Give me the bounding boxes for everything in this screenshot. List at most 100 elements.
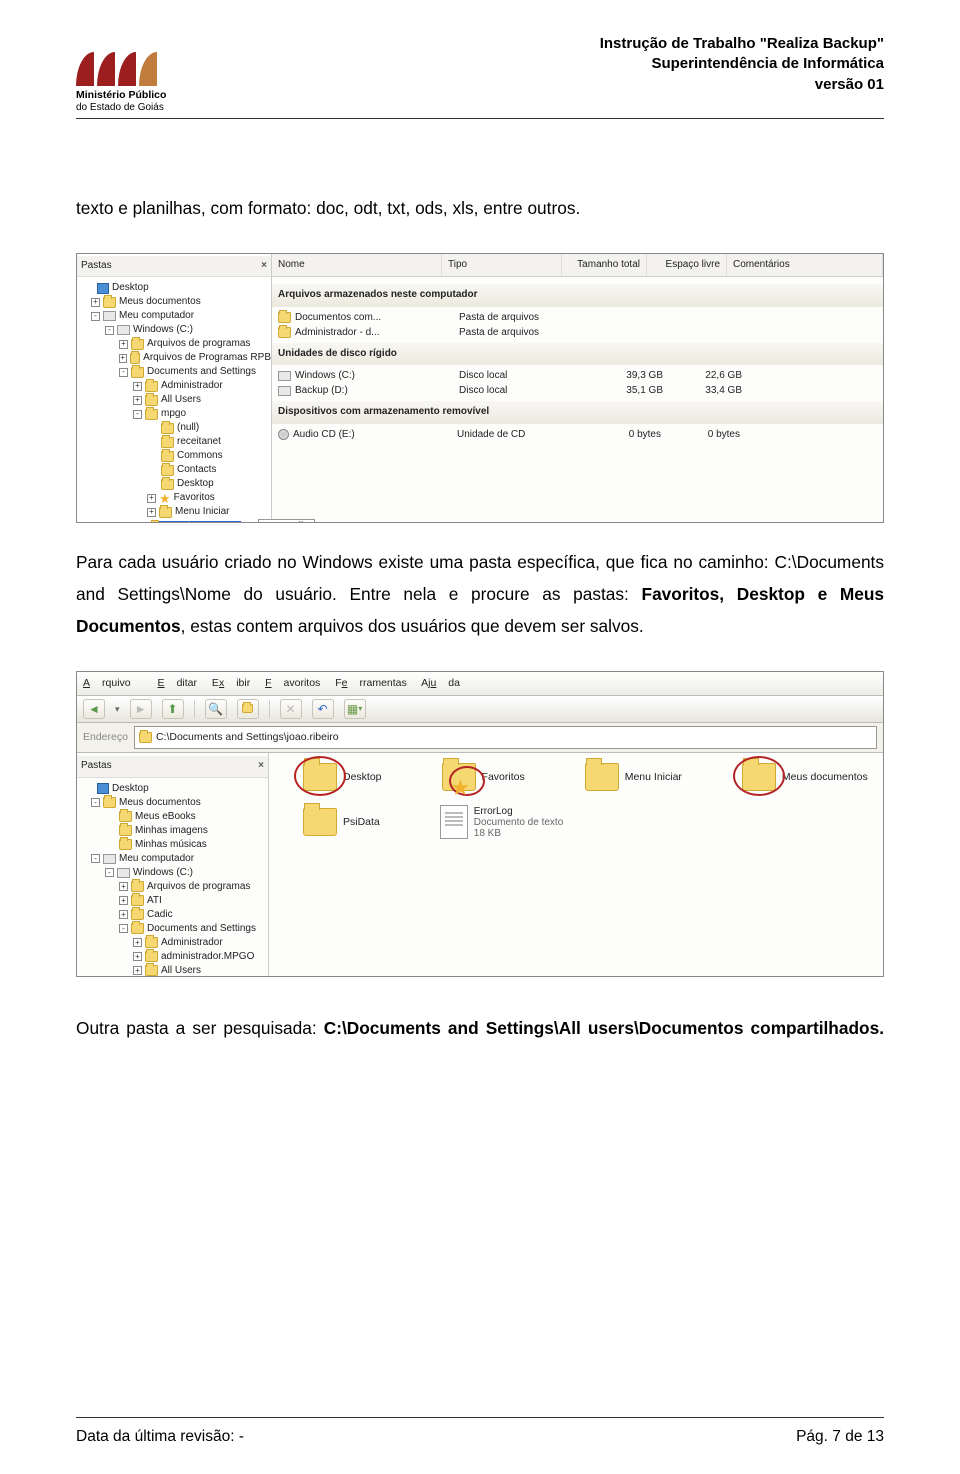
menu-editar[interactable]: Editar bbox=[158, 677, 197, 689]
tree-item[interactable]: +Administrador bbox=[83, 379, 271, 393]
expander-icon[interactable]: + bbox=[133, 396, 142, 405]
col-comments[interactable]: Comentários bbox=[727, 254, 883, 277]
expander-icon[interactable]: + bbox=[119, 354, 127, 363]
tree-item[interactable]: receitanet bbox=[83, 435, 271, 449]
tree-item[interactable]: +administrador.MPGO bbox=[83, 950, 268, 964]
expander-icon[interactable]: + bbox=[147, 508, 156, 517]
tree-item[interactable]: -Windows (C:) bbox=[83, 866, 268, 880]
folder-tree-2[interactable]: Desktop-Meus documentosMeus eBooksMinhas… bbox=[83, 778, 268, 976]
tree-item[interactable]: +Arquivos de Programas RPB bbox=[83, 351, 271, 365]
folder-item[interactable]: Menu Iniciar bbox=[585, 763, 682, 791]
folders-button[interactable] bbox=[237, 699, 259, 719]
expander-icon[interactable]: + bbox=[119, 910, 128, 919]
views-button[interactable]: ▦▾ bbox=[344, 699, 366, 719]
tree-item[interactable]: + Arquivos de programas bbox=[83, 337, 271, 351]
menu-favoritos[interactable]: Favoritos bbox=[265, 677, 320, 689]
list-item[interactable]: Windows (C:)Disco local39,3 GB22,6 GB bbox=[278, 368, 877, 383]
menu-ferramentas[interactable]: Ferramentas bbox=[335, 677, 407, 689]
expander-icon[interactable]: + bbox=[119, 882, 128, 891]
toolbar[interactable]: ◄ ▾ ► ⬆ 🔍 ✕ ↶ ▦▾ bbox=[77, 696, 883, 723]
folder-item[interactable]: Favoritos bbox=[442, 763, 525, 791]
tree-item[interactable]: +★Favoritos bbox=[83, 491, 271, 505]
undo-button[interactable]: ↶ bbox=[312, 699, 334, 719]
search-button[interactable]: 🔍 bbox=[205, 699, 227, 719]
tree-item[interactable]: -Documents and Settings bbox=[83, 365, 271, 379]
col-total[interactable]: Tamanho total bbox=[562, 254, 647, 277]
close-icon[interactable]: × bbox=[261, 257, 267, 276]
col-free[interactable]: Espaço livre bbox=[647, 254, 727, 277]
list-item[interactable]: Documentos com...Pasta de arquivos bbox=[278, 310, 877, 325]
expander-icon[interactable]: - bbox=[91, 312, 100, 321]
menu-exibir[interactable]: Exibir bbox=[212, 677, 250, 689]
tree-item[interactable]: Desktop bbox=[83, 281, 271, 295]
icon-row-1[interactable]: Desktop Favoritos Menu Iniciar Meus documen… bbox=[303, 763, 877, 791]
expander-icon[interactable]: + bbox=[119, 896, 128, 905]
address-bar[interactable]: Endereço C:\Documents and Settings\joao.… bbox=[77, 723, 883, 753]
tree-item[interactable]: Desktop bbox=[83, 782, 268, 796]
tree-item[interactable]: +Menu Iniciar bbox=[83, 505, 271, 519]
tree-item[interactable]: -Meu computador bbox=[83, 852, 268, 866]
tree-item[interactable]: Minhas imagens bbox=[83, 824, 268, 838]
up-button[interactable]: ⬆ bbox=[162, 699, 184, 719]
tree-item[interactable]: Minhas músicas bbox=[83, 838, 268, 852]
tree-item[interactable]: +Administrador bbox=[83, 936, 268, 950]
tree-item[interactable]: +ATI bbox=[83, 894, 268, 908]
expander-icon[interactable]: + bbox=[133, 382, 142, 391]
back-button[interactable]: ◄ bbox=[83, 699, 105, 719]
menu-arquivo[interactable]: Arquivo bbox=[83, 677, 143, 689]
tree-item[interactable]: Meus eBooks bbox=[83, 810, 268, 824]
column-headers[interactable]: Nome Tipo Tamanho total Espaço livre Com… bbox=[272, 254, 883, 278]
expander-icon[interactable]: - bbox=[105, 868, 114, 877]
expander-icon[interactable]: - bbox=[91, 854, 100, 863]
close-icon[interactable]: × bbox=[258, 757, 264, 776]
col-name[interactable]: Nome bbox=[272, 254, 442, 277]
tree-item[interactable]: +All Users bbox=[83, 964, 268, 976]
menubar[interactable]: Arquivo Editar Exibir Favoritos Ferramen… bbox=[77, 672, 883, 696]
tree-item[interactable]: Contacts bbox=[83, 463, 271, 477]
expander-icon[interactable]: + bbox=[119, 340, 128, 349]
folder-tree[interactable]: Desktop+Meus documentos-Meu computador-W… bbox=[83, 277, 271, 523]
tree-item[interactable]: +Arquivos de programas bbox=[83, 880, 268, 894]
expander-icon[interactable]: + bbox=[147, 494, 156, 503]
folder-icon bbox=[130, 353, 141, 364]
file-rows[interactable]: Arquivos armazenados neste computador Do… bbox=[272, 277, 883, 446]
psidata-folder[interactable]: PsiData bbox=[303, 805, 380, 839]
tree-label: Arquivos de programas bbox=[147, 337, 250, 351]
list-item[interactable]: Administrador - d...Pasta de arquivos bbox=[278, 325, 877, 340]
expander-icon[interactable]: + bbox=[133, 966, 142, 975]
address-input[interactable]: C:\Documents and Settings\joao.ribeiro bbox=[134, 726, 877, 749]
expander-icon[interactable]: + bbox=[91, 298, 100, 307]
expander-icon[interactable]: + bbox=[133, 952, 142, 961]
expander-icon[interactable]: - bbox=[119, 368, 128, 377]
errorlog-file[interactable]: ErrorLog Documento de texto 18 KB bbox=[440, 805, 564, 839]
tree-item[interactable]: +Cadic bbox=[83, 908, 268, 922]
list-item[interactable]: Audio CD (E:)Unidade de CD0 bytes0 bytes bbox=[278, 427, 877, 442]
tree-item[interactable]: -Documents and Settings bbox=[83, 922, 268, 936]
forward-button[interactable]: ► bbox=[130, 699, 152, 719]
tree-item[interactable]: -Meus documentos bbox=[83, 796, 268, 810]
expander-icon[interactable]: - bbox=[133, 410, 142, 419]
expander-icon[interactable]: - bbox=[119, 924, 128, 933]
delete-button[interactable]: ✕ bbox=[280, 699, 302, 719]
file-icons-pane[interactable]: Desktop Favoritos Menu Iniciar Meus documen… bbox=[269, 753, 883, 975]
tree-item[interactable]: -Meu computador bbox=[83, 309, 271, 323]
menu-ajuda[interactable]: Ajuda bbox=[421, 677, 460, 689]
folder-item[interactable]: Desktop bbox=[303, 763, 382, 791]
tree-item[interactable]: -Windows (C:) bbox=[83, 323, 271, 337]
list-item[interactable]: Backup (D:)Disco local35,1 GB33,4 GB bbox=[278, 383, 877, 398]
doc-title: Instrução de Trabalho "Realiza Backup" bbox=[600, 34, 884, 54]
tree-item[interactable]: (null) bbox=[83, 421, 271, 435]
tree-item[interactable]: Commons bbox=[83, 449, 271, 463]
expander-icon[interactable]: + bbox=[133, 938, 142, 947]
tree-item[interactable]: +All Users bbox=[83, 393, 271, 407]
col-type[interactable]: Tipo bbox=[442, 254, 562, 277]
tree-item[interactable]: +Meus documentos bbox=[83, 295, 271, 309]
tree-item[interactable]: -mpgo bbox=[83, 407, 271, 421]
folder-item[interactable]: Meus documentos bbox=[742, 763, 868, 791]
tree-item[interactable]: Desktop bbox=[83, 477, 271, 491]
folder-icon bbox=[278, 312, 291, 323]
expander-icon[interactable]: - bbox=[91, 798, 100, 807]
expander-icon[interactable]: - bbox=[105, 326, 114, 335]
icon-row-2[interactable]: PsiData ErrorLog Documento de texto 18 K… bbox=[303, 805, 877, 839]
tree-item[interactable]: Meus documentosExpandir bbox=[83, 519, 271, 523]
